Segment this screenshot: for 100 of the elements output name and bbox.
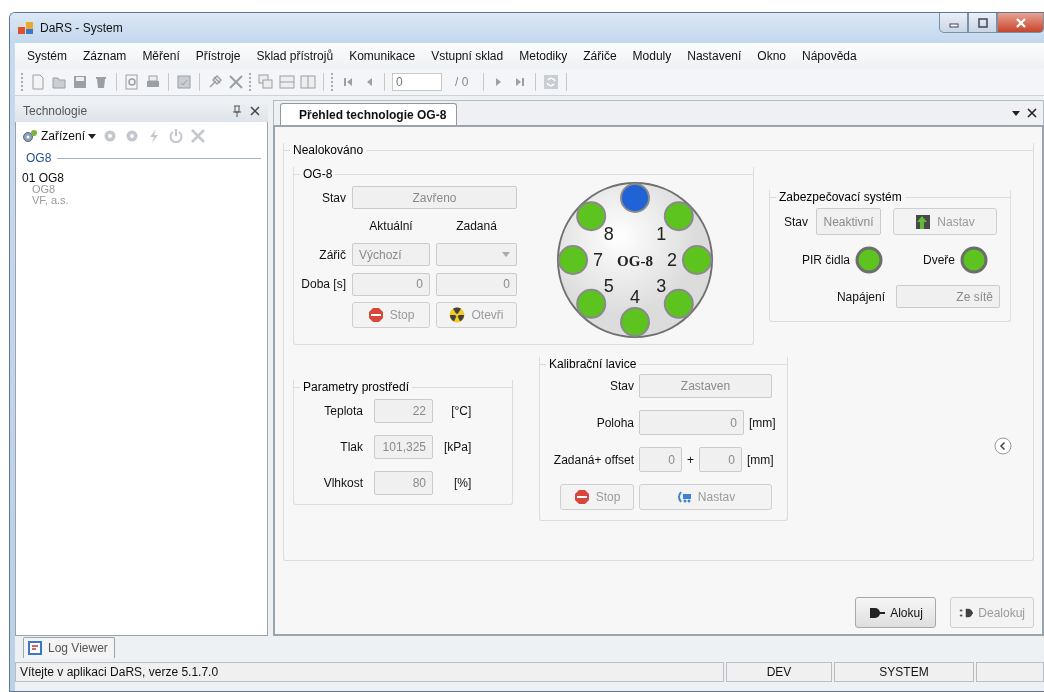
carousel-title: OG-8 [617, 253, 653, 269]
menu-item[interactable]: Nápověda [794, 49, 865, 63]
windows-icon[interactable] [258, 74, 274, 90]
menu-item[interactable]: Komunikace [341, 49, 424, 63]
source-field[interactable]: Výchozí [352, 243, 430, 266]
menu-item[interactable]: Přístroje [187, 49, 249, 63]
app-icon [18, 21, 34, 35]
close-button[interactable] [997, 13, 1044, 33]
position-number: 8 [603, 223, 614, 244]
tree-item-detail: VF, a.s. [31, 195, 70, 206]
record-count: / 0 [455, 75, 469, 89]
caret-icon [502, 252, 510, 257]
position-number: 4 [630, 287, 640, 307]
group-title: Zabezpečovací systém [779, 190, 902, 204]
tools-icon[interactable] [190, 128, 206, 144]
menu-item[interactable]: Systém [19, 49, 75, 63]
target-field[interactable]: 0 [639, 447, 682, 472]
position-number: 7 [593, 250, 603, 270]
log-icon [27, 640, 43, 656]
menu-item[interactable]: Moduly [624, 49, 680, 63]
bench-icon [675, 489, 693, 505]
value-field[interactable]: 101,325 [374, 435, 433, 459]
value-field[interactable]: 80 [374, 471, 433, 495]
menu-item[interactable]: Sklad přístrojů [248, 49, 342, 63]
column-header: Aktuální [368, 219, 414, 233]
tree-item[interactable]: 01 OG8 OG8 VF, a.s. [22, 173, 261, 206]
gears-icon [22, 129, 38, 143]
menu-item[interactable]: Metodiky [511, 49, 576, 63]
status-text: DEV [726, 662, 832, 682]
folder-icon[interactable] [51, 74, 67, 90]
close-icon[interactable] [1027, 108, 1037, 118]
panel-title: Technologie [23, 104, 89, 118]
close-icon [1014, 17, 1027, 28]
menu-item[interactable]: Měření [134, 49, 188, 63]
caret-icon [88, 133, 96, 139]
position-number: 3 [656, 276, 667, 297]
time-field[interactable]: 0 [436, 272, 517, 296]
menu-item[interactable]: Zářiče [575, 49, 625, 63]
trash-icon[interactable] [93, 74, 109, 90]
time-field[interactable]: 0 [352, 272, 430, 296]
source-dropdown[interactable] [436, 243, 517, 266]
maximize-icon [976, 17, 989, 28]
state-field[interactable]: Zavřeno [352, 186, 517, 209]
dropdown-icon[interactable] [1011, 108, 1021, 118]
field-label: Doba [s] [300, 277, 346, 291]
columns-icon[interactable] [300, 74, 316, 90]
value-field[interactable]: 22 [374, 399, 433, 423]
rows-icon[interactable] [279, 74, 295, 90]
pin-icon[interactable] [232, 105, 242, 117]
device-menu-button[interactable]: Zařízení [22, 129, 96, 143]
field-label: Vlhkost [322, 476, 363, 490]
maximize-button[interactable] [968, 13, 997, 33]
status-text: SYSTEM [834, 662, 974, 682]
offset-field[interactable]: 0 [699, 447, 742, 472]
group-title: Nealokováno [293, 143, 364, 157]
position-number: 1 [656, 223, 667, 244]
radiation-icon [449, 307, 467, 323]
document-tab[interactable]: Přehled technologie OG-8 [280, 103, 458, 125]
field-label: Napájení [836, 289, 885, 304]
field-label: Zářič [318, 247, 346, 262]
sensor-label: Dveře [923, 253, 955, 267]
group-title: OG-8 [303, 167, 333, 181]
menu-item[interactable]: Nastavení [679, 49, 750, 63]
menu-item[interactable]: Okno [749, 49, 794, 63]
field-label: Stav [784, 214, 808, 229]
tree-item-detail: OG8 [31, 184, 57, 195]
unit-label: [mm] [749, 415, 776, 430]
tree-item-label: 01 OG8 [22, 173, 66, 184]
menu-item[interactable]: Vstupní sklad [423, 49, 512, 63]
stop-sign-icon [367, 307, 385, 323]
gear-icon[interactable] [102, 128, 118, 144]
power-icon[interactable] [168, 128, 184, 144]
unit-label: [kPa] [444, 440, 472, 454]
record-field[interactable]: 0 [392, 73, 442, 91]
state-field[interactable]: Neaktivní [816, 208, 881, 235]
printer-icon[interactable] [145, 74, 161, 90]
state-field[interactable]: Zastaven [639, 374, 772, 398]
position-field[interactable]: 0 [639, 410, 744, 435]
section-label: OG8 [26, 151, 52, 165]
minimize-button[interactable] [939, 13, 968, 33]
cross-icon[interactable] [228, 74, 244, 90]
gear-icon[interactable] [124, 128, 140, 144]
pin-icon[interactable] [207, 74, 223, 90]
menu-item[interactable]: Záznam [75, 49, 135, 63]
column-header: Zadaná [455, 219, 498, 233]
unit-label: [%] [453, 476, 472, 490]
stop-sign-icon [573, 489, 591, 505]
page-icon[interactable] [176, 74, 192, 90]
close-icon[interactable] [250, 106, 260, 116]
refresh-icon[interactable] [543, 74, 560, 90]
power-field[interactable]: Ze sítě [896, 285, 1000, 308]
log-viewer-tab[interactable]: Log Viewer [23, 637, 115, 658]
group-title: Parametry prostředí [303, 380, 410, 394]
collapse-icon[interactable] [994, 437, 1012, 455]
save-icon[interactable] [72, 74, 88, 90]
allocate-button[interactable]: Alokuj [855, 597, 936, 628]
document-icon[interactable] [30, 74, 46, 90]
field-label: Zadaná+ offset [552, 452, 634, 467]
field-label: Stav [609, 379, 634, 393]
preview-icon[interactable] [124, 74, 140, 90]
